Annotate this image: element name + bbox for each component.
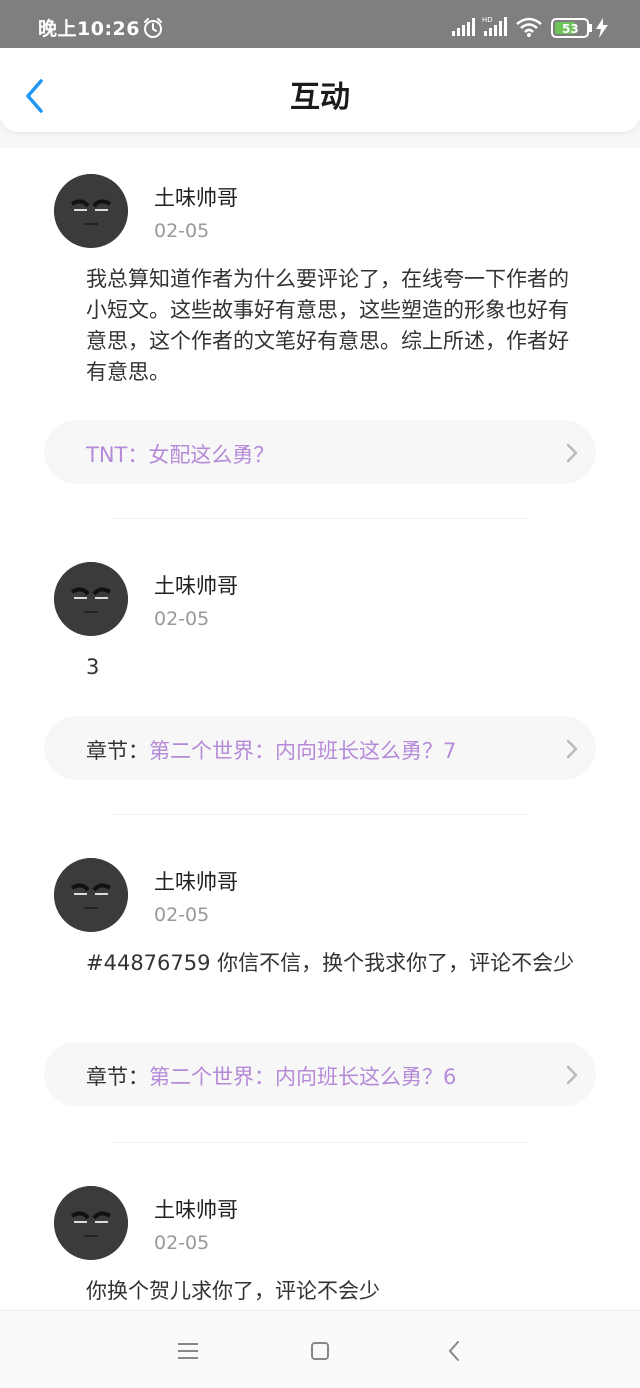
reference-title: 第二个世界：内向班长这么勇？6: [149, 1065, 457, 1089]
avatar[interactable]: [54, 858, 128, 932]
wifi-icon: [515, 17, 543, 41]
charging-bolt-icon: [596, 18, 608, 42]
header: 互动: [0, 48, 640, 132]
post-date: 02-05: [154, 608, 210, 630]
username[interactable]: 土味帅哥: [154, 570, 238, 600]
comment-text: 你换个贺儿求你了，评论不会少: [86, 1279, 380, 1303]
reference-link[interactable]: 章节：第二个世界：内向班长这么勇？7: [44, 716, 596, 780]
status-time: 晚上10:26: [38, 18, 140, 40]
home-icon: [311, 1342, 329, 1360]
menu-icon: [178, 1343, 198, 1359]
interaction-list: 土味帅哥 02-05 我总算知道作者为什么要评论了，在线夸一下作者的小短文。这些…: [0, 148, 640, 1310]
avatar[interactable]: [54, 1186, 128, 1260]
reference-prefix: 章节：: [86, 1065, 149, 1089]
post-date: 02-05: [154, 1232, 210, 1254]
signal-hd-icon: HD: [482, 15, 510, 41]
svg-text:53: 53: [562, 22, 579, 36]
comment-text: #44876759 你信不信，换个我求你了，评论不会少: [86, 951, 575, 975]
reference-title: TNT：女配这么勇？: [86, 443, 275, 467]
signal-icon: [452, 18, 476, 40]
menu-button[interactable]: [172, 1335, 204, 1367]
username[interactable]: 土味帅哥: [154, 182, 238, 212]
home-button[interactable]: [304, 1335, 336, 1367]
chevron-right-icon: [566, 1065, 578, 1085]
divider: [110, 1142, 530, 1143]
svg-text:HD: HD: [482, 16, 493, 24]
divider: [110, 518, 530, 519]
post-date: 02-05: [154, 904, 210, 926]
post-date: 02-05: [154, 220, 210, 242]
page-title: 互动: [290, 80, 350, 115]
comment-text: 我总算知道作者为什么要评论了，在线夸一下作者的小短文。这些故事好有意思，这些塑造…: [86, 267, 569, 384]
avatar[interactable]: [54, 562, 128, 636]
avatar[interactable]: [54, 174, 128, 248]
status-bar: 晚上10:26 HD 53: [0, 0, 640, 48]
alarm-icon: [142, 17, 164, 43]
chevron-right-icon: [566, 443, 578, 463]
username[interactable]: 土味帅哥: [154, 866, 238, 896]
username[interactable]: 土味帅哥: [154, 1194, 238, 1224]
reference-link[interactable]: TNT：女配这么勇？: [44, 420, 596, 484]
back-nav-button[interactable]: [438, 1335, 470, 1367]
reference-title: 第二个世界：内向班长这么勇？7: [149, 739, 457, 763]
reference-link[interactable]: 章节：第二个世界：内向班长这么勇？6: [44, 1042, 596, 1106]
divider: [110, 814, 530, 815]
system-nav-bar: [0, 1310, 640, 1388]
back-nav-icon: [448, 1341, 459, 1361]
comment-text: 3: [86, 655, 100, 679]
battery-icon: 53: [551, 18, 593, 42]
reference-prefix: 章节：: [86, 739, 149, 763]
chevron-right-icon: [566, 739, 578, 759]
